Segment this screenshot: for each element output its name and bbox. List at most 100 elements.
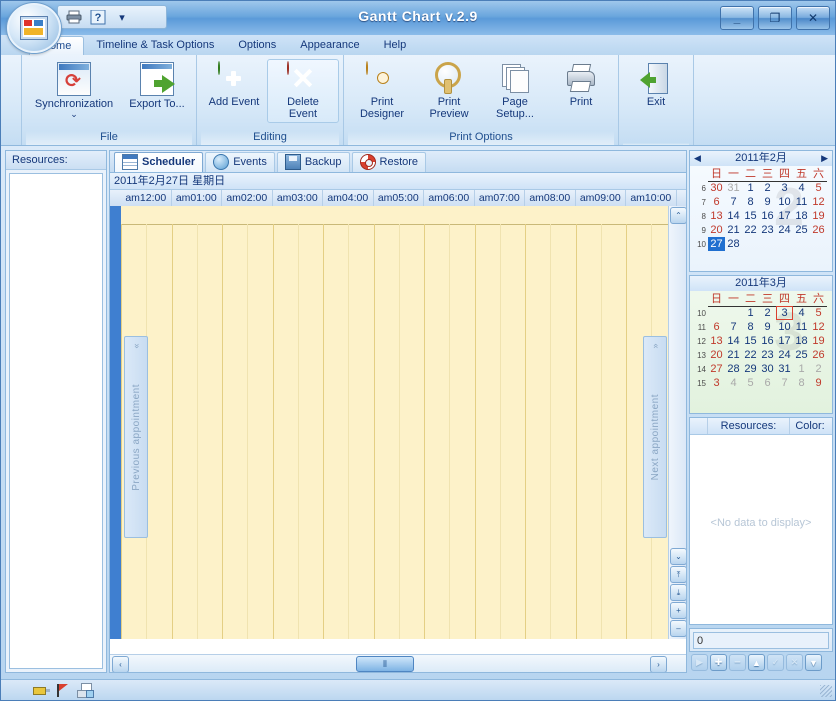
next-appointment-button[interactable]: » Next appointment — [643, 336, 667, 538]
calendar-day-cell[interactable]: 23 — [759, 223, 776, 237]
calendar-day-cell[interactable]: 19 — [810, 209, 827, 223]
print-designer-button[interactable]: Print Designer — [348, 59, 416, 123]
calendar-day-cell[interactable]: 29 — [742, 362, 759, 376]
calendar-day-cell[interactable]: 24 — [776, 348, 793, 362]
calendar-day-cell[interactable]: 2 — [810, 362, 827, 376]
tab-scheduler[interactable]: Scheduler — [114, 151, 204, 172]
scale-minus-button[interactable]: – — [670, 620, 686, 637]
calendar-day-cell[interactable]: 8 — [793, 376, 810, 390]
calendar-day-cell[interactable]: 16 — [759, 209, 776, 223]
calendar-day-cell[interactable]: 28 — [725, 237, 742, 251]
calendar-day-cell[interactable]: 9 — [759, 195, 776, 209]
calendar-day-cell[interactable]: 26 — [810, 223, 827, 237]
calendar-day-cell[interactable]: 27 — [708, 237, 725, 251]
print-preview-button[interactable]: Print Preview — [416, 59, 482, 123]
calendar-day-cell[interactable]: 21 — [725, 348, 742, 362]
calendar-day-cell[interactable]: 15 — [742, 334, 759, 348]
ribbon-tab-timeline-task-options[interactable]: Timeline & Task Options — [84, 36, 226, 55]
calendar-day-cell[interactable]: 9 — [810, 376, 827, 390]
calendar-day-cell[interactable]: 8 — [742, 195, 759, 209]
calendar-day-cell[interactable]: 3 — [776, 306, 793, 320]
calendar-day-cell[interactable]: 18 — [793, 209, 810, 223]
calendar-day-cell[interactable]: 5 — [742, 376, 759, 390]
calendar-day-cell[interactable]: 22 — [742, 223, 759, 237]
calendar-day-cell[interactable]: 17 — [776, 334, 793, 348]
close-button[interactable]: ✕ — [796, 6, 830, 30]
scheduler-vertical-scrollbar[interactable]: ⌃ ⌄ ⤒ ⤓ + – — [668, 206, 686, 639]
scroll-down-button[interactable]: ⌄ — [670, 548, 686, 565]
calendar-day-cell[interactable]: 20 — [708, 348, 725, 362]
edit-record-button[interactable]: ▲ — [748, 654, 765, 671]
application-menu-button[interactable] — [7, 3, 61, 53]
calendar-day-cell[interactable]: 11 — [793, 195, 810, 209]
calendar-day-cell[interactable]: 10 — [776, 320, 793, 334]
calendar-day-cell[interactable]: 6 — [708, 320, 725, 334]
delete-event-button[interactable]: Delete Event — [267, 59, 339, 123]
add-event-button[interactable]: Add Event — [201, 59, 267, 111]
scheduler-day-body[interactable]: « Previous appointment » Next appointmen… — [110, 206, 686, 639]
calendar-day-cell[interactable]: 13 — [708, 334, 725, 348]
hscroll-right-button[interactable]: › — [650, 656, 667, 672]
exit-button[interactable]: Exit — [623, 59, 689, 111]
scheduler-horizontal-scrollbar[interactable]: ‹ ⦀ › — [110, 654, 686, 672]
scheduler-time-grid[interactable] — [121, 224, 686, 639]
calendar-day-cell[interactable]: 9 — [759, 320, 776, 334]
calendar-day-cell[interactable]: 25 — [793, 348, 810, 362]
cancel-button[interactable]: ✕ — [786, 654, 803, 671]
value-input[interactable] — [693, 632, 829, 649]
hscroll-left-button[interactable]: ‹ — [112, 656, 129, 672]
resize-grip[interactable] — [820, 685, 832, 697]
print-button[interactable]: Print — [548, 59, 614, 111]
calendar-day-cell[interactable]: 5 — [810, 306, 827, 320]
calendar-march-grid[interactable]: 3 日一二三四五六 10 1 2 3 4 5 11 6 7 8 9 10 11 12 12 13 14 15 16 17 1… — [690, 291, 832, 392]
ribbon-tab-options[interactable]: Options — [226, 36, 288, 55]
ribbon-tab-help[interactable]: Help — [372, 36, 419, 55]
calendar-day-cell[interactable]: 3 — [776, 181, 793, 195]
minimize-button[interactable]: _ — [720, 6, 754, 30]
column-header-color[interactable]: Color: — [790, 418, 830, 434]
synchronization-button[interactable]: ⟳ Synchronization ⌄ — [26, 59, 122, 122]
calendar-day-cell[interactable]: 26 — [810, 348, 827, 362]
calendar-next-month-button[interactable]: ▶ — [821, 151, 828, 166]
calendar-february-grid[interactable]: 2 日一二三四五六 6 30 31 1 2 3 4 5 7 6 7 8 9 10 11 12 8 13 14 15 16 17… — [690, 166, 832, 253]
tab-backup[interactable]: Backup — [276, 151, 350, 172]
calendar-day-cell[interactable]: 1 — [742, 181, 759, 195]
hscroll-thumb[interactable]: ⦀ — [356, 656, 414, 672]
calendar-day-cell[interactable]: 4 — [793, 181, 810, 195]
calendar-day-cell[interactable]: 15 — [742, 209, 759, 223]
calendar-day-cell[interactable]: 7 — [725, 320, 742, 334]
page-setup-button[interactable]: Page Setup... — [482, 59, 548, 123]
scheduler-all-day-row[interactable] — [121, 206, 686, 225]
column-header-resources[interactable]: Resources: — [708, 418, 790, 434]
calendar-day-cell[interactable]: 13 — [708, 209, 725, 223]
move-next-button[interactable]: ▶ — [691, 654, 708, 671]
resources-panel-list[interactable] — [9, 173, 103, 669]
chevron-down-icon[interactable]: ⌄ — [70, 110, 78, 119]
calendar-day-cell[interactable]: 5 — [810, 181, 827, 195]
calendar-day-cell[interactable]: 30 — [708, 181, 725, 195]
calendar-day-cell[interactable]: 2 — [759, 306, 776, 320]
calendar-day-cell[interactable]: 23 — [759, 348, 776, 362]
previous-appointment-button[interactable]: « Previous appointment — [124, 336, 148, 538]
calendar-day-cell[interactable]: 14 — [725, 334, 742, 348]
calendar-day-cell[interactable]: 31 — [725, 181, 742, 195]
export-to-button[interactable]: Export To... — [122, 59, 192, 113]
calendar-day-cell[interactable]: 12 — [810, 320, 827, 334]
calendar-day-cell[interactable]: 18 — [793, 334, 810, 348]
calendar-prev-month-button[interactable]: ◀ — [694, 151, 701, 166]
calendar-day-cell[interactable]: 1 — [793, 362, 810, 376]
calendar-day-cell[interactable]: 6 — [708, 195, 725, 209]
calendar-day-cell[interactable]: 25 — [793, 223, 810, 237]
zoom-in-time-button[interactable]: ⤒ — [670, 566, 686, 583]
calendar-day-cell[interactable]: 27 — [708, 362, 725, 376]
calendar-day-cell[interactable]: 2 — [759, 181, 776, 195]
calendar-day-cell[interactable]: 3 — [708, 376, 725, 390]
accept-button[interactable]: ✓ — [767, 654, 784, 671]
calendar-day-cell[interactable]: 24 — [776, 223, 793, 237]
tab-events[interactable]: Events — [205, 151, 275, 172]
filter-button[interactable]: ▼ — [805, 654, 822, 671]
delete-record-button[interactable]: ━ — [729, 654, 746, 671]
maximize-button[interactable]: ❐ — [758, 6, 792, 30]
calendar-day-cell[interactable]: 11 — [793, 320, 810, 334]
calendar-day-cell[interactable]: 20 — [708, 223, 725, 237]
